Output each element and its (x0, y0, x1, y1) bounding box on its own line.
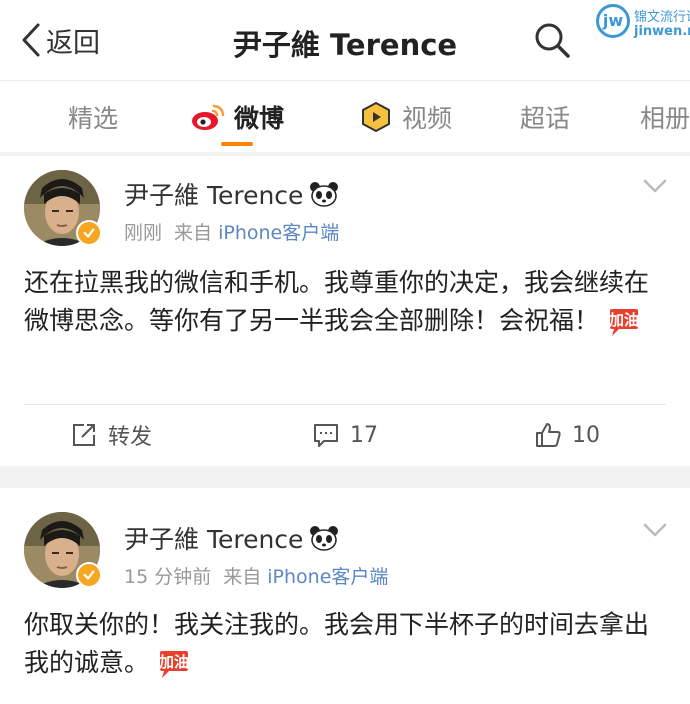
verified-badge-icon (76, 562, 102, 588)
source-prefix: 来自 (223, 566, 262, 588)
watermark-logo: jw (596, 4, 630, 38)
comment-count: 17 (350, 422, 378, 448)
post-meta: 15 分钟前 来自 iPhone客户端 (124, 562, 388, 589)
tab-label: 超话 (520, 104, 571, 133)
author-name-text: 尹子維 Terence (124, 525, 304, 554)
post-text-content: 还在拉黑我的微信和手机。我尊重你的决定，我会继续在微博思念。等你有了另一半我会全… (24, 268, 650, 335)
search-icon[interactable] (532, 20, 572, 60)
tab-label: 相册 (640, 104, 690, 133)
post-source[interactable]: iPhone客户端 (218, 222, 339, 244)
emoji-text: 加油 (158, 653, 189, 671)
panda-icon (310, 526, 339, 551)
divider (24, 404, 666, 405)
tab-featured[interactable]: 精选 (68, 99, 118, 135)
tab-video[interactable]: 视频 (358, 99, 452, 135)
source-prefix: 来自 (174, 222, 213, 244)
jiayou-emoji-icon: 加油 (158, 651, 189, 678)
thumbs-up-icon (536, 423, 561, 447)
post-text: 你取关你的！我关注我的。我会用下半杯子的时间去拿出我的诚意。 加油 (24, 606, 670, 682)
video-icon (362, 102, 390, 132)
emoji-text: 加油 (608, 311, 639, 329)
chevron-down-icon[interactable] (642, 178, 668, 194)
tab-label: 精选 (68, 104, 119, 133)
post-text: 还在拉黑我的微信和手机。我尊重你的决定，我会继续在微博思念。等你有了另一半我会全… (24, 264, 670, 340)
verified-badge-icon (76, 220, 102, 246)
jiayou-emoji-icon: 加油 (608, 309, 639, 336)
page-title: 尹子維 Terence (232, 28, 458, 62)
post-card: 尹子維 Terence 刚刚 来自 iPhone客户端 还在拉黑我的微信和手机。我… (0, 156, 690, 466)
tab-album[interactable]: 相册 (640, 99, 690, 135)
panda-icon (310, 182, 339, 207)
active-tab-indicator (221, 142, 253, 146)
tab-weibo[interactable]: 微博 (190, 99, 284, 135)
comment-icon (314, 424, 338, 447)
like-button[interactable]: 10 (534, 418, 600, 452)
tab-label: 视频 (402, 104, 453, 133)
site-watermark: jw 锦文流行语 jinwen.net (596, 4, 690, 44)
post-actions: 转发 17 10 (0, 406, 690, 464)
post-source[interactable]: iPhone客户端 (267, 566, 388, 588)
watermark-url: jinwen.net (634, 24, 690, 39)
author-name[interactable]: 尹子維 Terence (124, 520, 339, 556)
post-meta: 刚刚 来自 iPhone客户端 (124, 218, 339, 245)
chevron-down-icon[interactable] (642, 522, 668, 538)
post-time: 刚刚 (124, 222, 163, 244)
profile-tabs: 精选 微博 视频 超话 相册 (0, 80, 690, 152)
post-text-content: 你取关你的！我关注我的。我会用下半杯子的时间去拿出我的诚意。 (24, 610, 650, 677)
author-name[interactable]: 尹子維 Terence (124, 176, 339, 212)
tab-label: 微博 (234, 104, 285, 133)
repost-label: 转发 (108, 425, 153, 450)
post-time: 15 分钟前 (124, 566, 212, 588)
tab-super-topic[interactable]: 超话 (520, 99, 570, 135)
like-count: 10 (572, 422, 600, 448)
comment-button[interactable]: 17 (312, 418, 378, 452)
post-card: 尹子維 Terence 15 分钟前 来自 iPhone客户端 你取关你的！我关注… (0, 488, 690, 704)
repost-button[interactable]: 转发 (70, 418, 152, 452)
repost-icon (73, 424, 95, 446)
author-name-text: 尹子維 Terence (124, 181, 304, 210)
top-nav-bar: 返回 尹子維 Terence jw 锦文流行语 jinwen.net (0, 0, 690, 80)
watermark-text: 锦文流行语 (634, 10, 690, 25)
weibo-icon (192, 104, 225, 130)
